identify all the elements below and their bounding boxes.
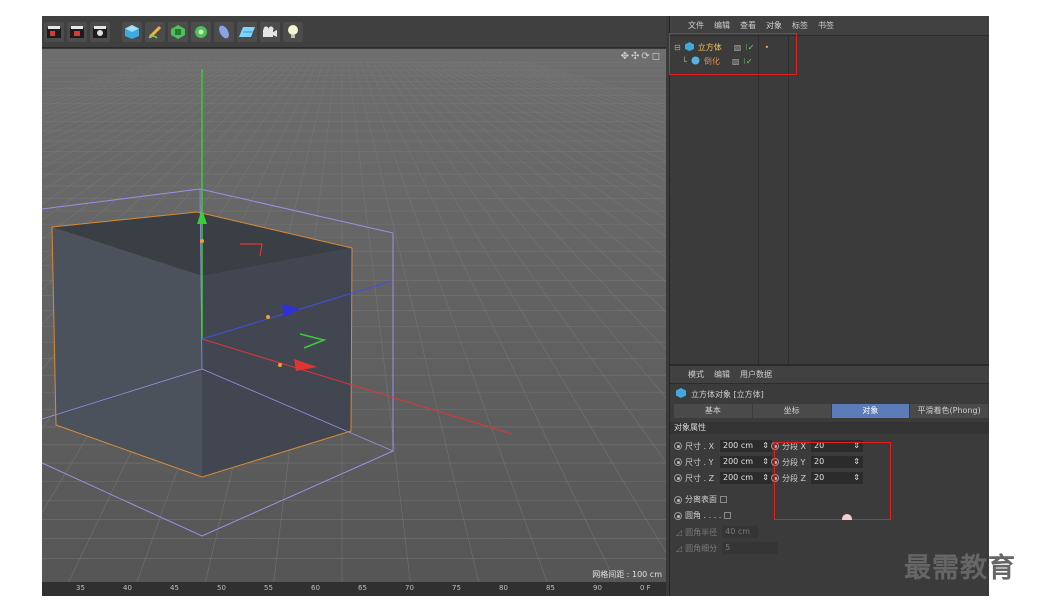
subdivision-icon[interactable]: [168, 21, 188, 42]
timeline-tick: 40: [123, 584, 132, 592]
separate-surfaces-checkbox[interactable]: [720, 496, 727, 503]
menu-object[interactable]: 对象: [766, 20, 782, 31]
animate-radio[interactable]: [674, 511, 682, 520]
highlight-box: [669, 33, 797, 75]
cloner-icon[interactable]: [191, 21, 211, 42]
size-z-label: 尺寸 . Z: [685, 473, 715, 483]
fillet-checkbox[interactable]: [724, 512, 732, 519]
grid-spacing-readout: 网格间距 : 100 cm: [592, 570, 662, 579]
viewport-navigation-icons[interactable]: ✥✣⟳◻: [621, 51, 662, 62]
size-x-label: 尺寸 . X: [685, 441, 715, 451]
viewport-canvas[interactable]: [42, 49, 666, 596]
menu-mode[interactable]: 模式: [688, 369, 704, 380]
animate-radio[interactable]: [674, 442, 682, 450]
fillet-radius-input: 40 cm: [722, 526, 759, 538]
menu-edit[interactable]: 编辑: [714, 369, 730, 380]
watermark-logo: 最需教育: [904, 553, 1016, 584]
animate-radio[interactable]: [674, 495, 682, 504]
fillet-row: 圆角 . . . .: [674, 510, 732, 521]
render-view-icon[interactable]: [67, 21, 87, 42]
main-toolbar: [42, 16, 666, 48]
timeline-tick: 85: [546, 584, 555, 592]
camera-icon[interactable]: [260, 21, 280, 42]
menu-bookmarks[interactable]: 书签: [818, 20, 834, 31]
dim-marker-icon: ◿: [676, 543, 683, 553]
tab-phong[interactable]: 平滑着色(Phong): [910, 404, 988, 418]
deformer-icon[interactable]: [214, 21, 234, 42]
fillet-label: 圆角 . . . .: [685, 511, 722, 520]
menu-edit[interactable]: 编辑: [714, 20, 730, 31]
attribute-manager-menu: 模式 编辑 用户数据: [670, 366, 989, 384]
size-y-input[interactable]: 200 cm ⇕: [720, 456, 772, 468]
tab-coordinates[interactable]: 坐标: [752, 404, 831, 418]
menu-view[interactable]: 查看: [740, 20, 756, 31]
fillet-subdivision-label: 圆角细分: [685, 543, 718, 553]
timeline-tick: 90: [593, 584, 602, 592]
timeline-tick: 35: [76, 584, 85, 592]
size-z-input[interactable]: 200 cm ⇕: [720, 472, 772, 484]
timeline-tick: 70: [405, 584, 414, 592]
menu-file[interactable]: 文件: [688, 20, 704, 31]
timeline-ruler[interactable]: 35 40 45 50 55 60 65 70 75 80 85 90 0 F: [42, 582, 666, 596]
size-y-row: 尺寸 . Y 200 cm ⇕: [674, 456, 772, 468]
render-settings-icon[interactable]: [90, 21, 110, 42]
light-icon[interactable]: [283, 21, 303, 42]
timeline-tick: 75: [452, 584, 461, 592]
size-z-row: 尺寸 . Z 200 cm ⇕: [674, 472, 772, 484]
size-x-row: 尺寸 . X 200 cm ⇕: [674, 440, 772, 452]
timeline-tick: 45: [170, 584, 179, 592]
highlight-box: [774, 442, 891, 520]
size-y-label: 尺寸 . Y: [685, 457, 714, 467]
cube-object-icon: [676, 388, 686, 400]
tab-object[interactable]: 对象: [831, 404, 910, 418]
section-header[interactable]: 对象属性: [670, 422, 989, 434]
dim-marker-icon: ◿: [676, 527, 683, 537]
animate-radio[interactable]: [674, 458, 682, 466]
menu-tags[interactable]: 标签: [792, 20, 808, 31]
timeline-tick: 0 F: [640, 584, 651, 592]
timeline-tick: 65: [358, 584, 367, 592]
attribute-title: 立方体对象 [立方体]: [676, 388, 764, 400]
fillet-subdivision-input: 5: [722, 542, 779, 554]
tab-basic[interactable]: 基本: [674, 404, 752, 418]
fillet-radius-label: 圆角半径: [685, 527, 718, 537]
timeline-tick: 50: [217, 584, 226, 592]
column-divider: [788, 36, 789, 364]
column-divider: [758, 36, 759, 364]
3d-viewport[interactable]: ✥✣⟳◻ 网格间距 : 100 cm 35 40 45 50 55 60 65 70 75 80 8…: [42, 49, 666, 596]
timeline-tick: 60: [311, 584, 320, 592]
timeline-tick: 80: [499, 584, 508, 592]
stepper-icon[interactable]: ⇕: [762, 456, 769, 468]
separate-surfaces-label: 分离表面: [685, 495, 717, 504]
stepper-icon[interactable]: ⇕: [762, 440, 769, 452]
animate-radio[interactable]: [674, 474, 682, 482]
size-x-input[interactable]: 200 cm ⇕: [720, 440, 772, 452]
cinema4d-window: ✥✣⟳◻ 网格间距 : 100 cm 35 40 45 50 55 60 65 70 75 80 8…: [42, 16, 989, 596]
object-manager: 文件 编辑 查看 对象 标签 书签 ⊟ 立方体 ▧ ⁝✓ • └ 倒化 ▧ ⁝✓: [669, 16, 989, 364]
attribute-tabs: 基本 坐标 对象 平滑着色(Phong): [674, 404, 988, 418]
menu-user-data[interactable]: 用户数据: [740, 369, 772, 380]
pen-icon[interactable]: [145, 21, 165, 42]
render-region-icon[interactable]: [44, 21, 64, 42]
fillet-radius-row: ◿ 圆角半径 40 cm: [676, 526, 759, 538]
stepper-icon[interactable]: ⇕: [762, 472, 769, 484]
cube-icon[interactable]: [122, 21, 142, 42]
floor-icon[interactable]: [237, 21, 257, 42]
fillet-subdivision-row: ◿ 圆角细分 5: [676, 542, 779, 554]
attribute-title-text: 立方体对象 [立方体]: [691, 389, 764, 399]
timeline-tick: 55: [264, 584, 273, 592]
cursor-marker: [842, 514, 852, 520]
separate-surfaces-row: 分离表面: [674, 494, 727, 505]
